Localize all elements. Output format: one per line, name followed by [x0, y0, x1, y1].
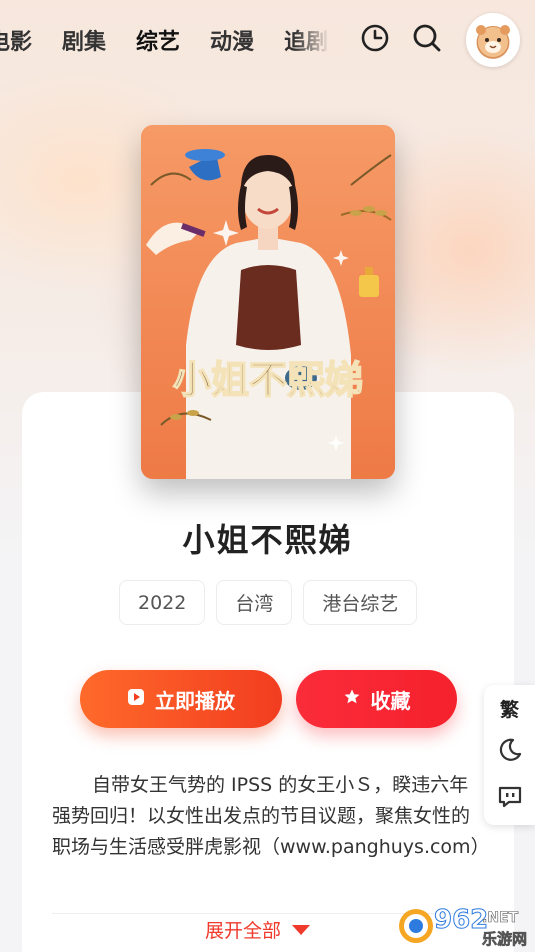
traditional-chinese-toggle[interactable]: 繁 — [484, 688, 535, 728]
poster-logo: 小姐不熙娣 — [172, 356, 364, 403]
tag-list: 2022 台湾 港台综艺 — [119, 580, 418, 625]
site-watermark: 962 .NET 乐游网 — [396, 900, 531, 950]
search-icon[interactable] — [411, 22, 443, 54]
poster-image[interactable]: 小姐不熙娣 — [141, 125, 395, 479]
expand-all-button[interactable]: 展开全部 — [205, 916, 311, 943]
expand-label: 展开全部 — [205, 920, 282, 942]
tab-anime[interactable]: 动漫 — [210, 24, 254, 56]
moon-icon[interactable] — [484, 730, 535, 770]
tab-movies[interactable]: 电影 — [0, 24, 32, 56]
svg-text:962: 962 — [434, 905, 488, 935]
favorite-label: 收藏 — [370, 688, 411, 713]
tab-variety[interactable]: 综艺 — [136, 24, 181, 56]
tab-series[interactable]: 剧集 — [62, 24, 106, 56]
svg-text:小姐不熙娣: 小姐不熙娣 — [173, 357, 363, 402]
caret-down-icon — [291, 919, 311, 941]
top-nav: 电影 剧集 综艺 动漫 追剧 — [0, 0, 535, 80]
tag-region[interactable]: 台湾 — [216, 580, 293, 625]
play-icon — [127, 687, 145, 711]
tag-category[interactable]: 港台综艺 — [303, 580, 418, 625]
play-button[interactable]: 立即播放 — [80, 670, 282, 728]
tabs-fade — [295, 20, 345, 56]
side-toolbar: 繁 — [484, 685, 535, 825]
history-icon[interactable] — [359, 22, 391, 54]
feedback-icon[interactable] — [484, 777, 535, 817]
svg-text:.NET: .NET — [482, 910, 519, 926]
star-icon — [343, 687, 361, 711]
tag-year[interactable]: 2022 — [119, 580, 206, 625]
favorite-button[interactable]: 收藏 — [296, 670, 457, 728]
show-title: 小姐不熙娣 — [182, 521, 353, 559]
show-description: 自带女王气势的 IPSS 的女王小Ｓ，睽违六年强势回归！以女性出发点的节目议题，… — [52, 774, 490, 858]
avatar[interactable] — [466, 13, 520, 67]
svg-text:乐游网: 乐游网 — [482, 930, 527, 948]
play-label: 立即播放 — [155, 688, 235, 713]
